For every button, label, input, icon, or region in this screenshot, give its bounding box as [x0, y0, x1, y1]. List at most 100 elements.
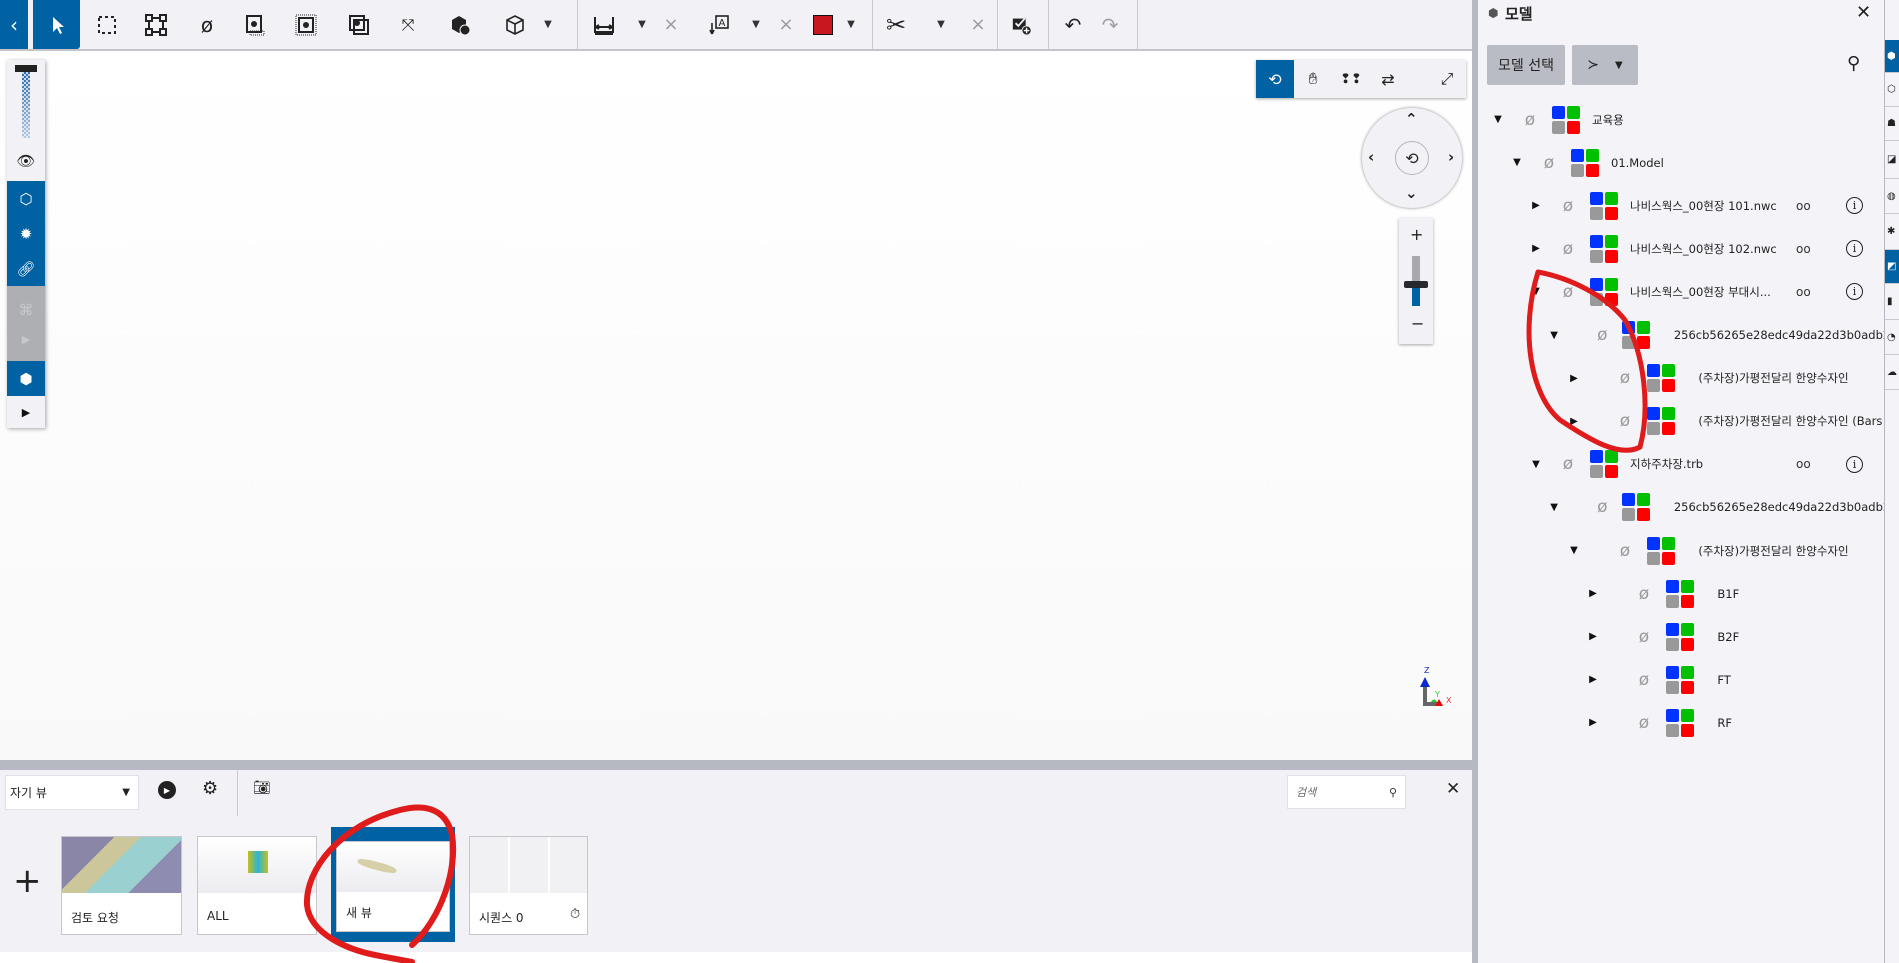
color-grid-icon[interactable] [1647, 364, 1675, 393]
color-grid-icon[interactable] [1666, 708, 1694, 737]
pan-mode-button[interactable]: ✋︎ [1294, 60, 1332, 98]
3d-viewport[interactable] [0, 52, 1472, 760]
zoom-slider[interactable]: + − [1399, 218, 1433, 344]
visibility-off-icon[interactable]: ø [1592, 325, 1612, 345]
expanded-toggle-icon[interactable]: ▼ [1492, 114, 1504, 125]
color-grid-icon[interactable] [1666, 579, 1694, 608]
select-tool-button[interactable] [33, 0, 80, 49]
visibility-off-icon[interactable]: ø [1613, 368, 1637, 388]
tree-node[interactable]: ▼ ø 나비스웍스_00현장 부대시... oo i [1478, 270, 1884, 313]
visibility-off-icon[interactable]: ø [1632, 670, 1656, 690]
tree-node[interactable]: ▶ ø 나비스웍스_00현장 102.nwc oo i [1478, 227, 1884, 270]
clear-measure-button[interactable]: × [663, 0, 678, 49]
color-grid-icon[interactable] [1666, 622, 1694, 651]
add-view-button[interactable]: + [13, 864, 42, 898]
tab-globe[interactable]: ◍ [1885, 179, 1899, 214]
tree-node[interactable]: ▶ ø B1F [1478, 572, 1884, 615]
collapsed-toggle-icon[interactable]: ▶ [1568, 416, 1580, 427]
tab-objects[interactable]: ⬡ [1885, 73, 1899, 107]
arrow-up-icon[interactable]: ⌃ [1405, 110, 1418, 128]
expanded-toggle-icon[interactable]: ▼ [1549, 330, 1559, 341]
tree-node[interactable]: ▼ ø 교육용 [1478, 98, 1884, 141]
markup-color-button[interactable] [813, 0, 833, 49]
view-type-select[interactable]: 자기 뷰 ▼ [5, 775, 139, 810]
expanded-toggle-icon[interactable]: ▼ [1530, 459, 1542, 470]
link-glasses-icon[interactable]: oo [1796, 285, 1811, 299]
cut-button[interactable]: ✂ [884, 0, 908, 49]
tab-views[interactable]: ◩ [1885, 250, 1899, 284]
tree-node[interactable]: ▶ ø RF [1478, 701, 1884, 744]
collapsed-toggle-icon[interactable]: ▶ [1587, 588, 1599, 599]
info-icon[interactable]: i [1846, 197, 1863, 215]
color-grid-icon[interactable] [1647, 536, 1675, 565]
tree-node[interactable]: ▶ ø FT [1478, 658, 1884, 701]
visibility-off-icon[interactable]: ø [1556, 196, 1580, 216]
color-grid-icon[interactable] [1647, 407, 1675, 436]
tree-node[interactable]: ▶ ø B2F [1478, 615, 1884, 658]
view-card[interactable]: 시퀀스 0 ⏱︎ [469, 836, 588, 935]
layers-button[interactable]: ⬢ [7, 361, 45, 396]
tab-history[interactable]: ◔ [1885, 320, 1899, 355]
link-button[interactable]: 🔗︎ [7, 251, 45, 286]
play-button[interactable]: ▶ [158, 781, 176, 799]
markup-text-dropdown[interactable]: ▼ [751, 0, 761, 49]
view-cube-dropdown[interactable]: ▼ [543, 0, 553, 49]
color-grid-icon[interactable] [1590, 277, 1618, 306]
filter-dropdown-button[interactable]: ≻ ▼ [1572, 45, 1638, 85]
color-dropdown[interactable]: ▼ [846, 0, 856, 49]
visibility-off-icon[interactable]: ø [1537, 153, 1561, 173]
arrow-left-icon[interactable]: ‹ [1368, 148, 1374, 166]
fit-view-button[interactable]: ⤧ [396, 0, 420, 49]
tree-node[interactable]: ▶ ø (주차장)가평전달리 한양수자인 (Bars [1478, 400, 1884, 443]
visibility-button[interactable]: 👁 [7, 140, 45, 181]
expanded-toggle-icon[interactable]: ▼ [1530, 286, 1542, 297]
visibility-off-icon[interactable]: ø [1632, 584, 1656, 604]
zoom-handle[interactable] [1404, 280, 1428, 288]
collapsed-toggle-icon[interactable]: ▶ [1530, 243, 1542, 254]
orbit-center-button[interactable]: ⟲ [1395, 141, 1429, 175]
view-search-input[interactable]: 검색 ⚲ [1287, 775, 1406, 809]
box-select-button[interactable] [95, 0, 119, 49]
view-cube-button[interactable] [503, 0, 527, 49]
section-box-button[interactable] [448, 0, 472, 49]
navigation-wheel[interactable]: ⌃ ⌄ ‹ › ⟲ [1362, 108, 1462, 208]
info-icon[interactable]: i [1846, 240, 1863, 258]
arrow-right-icon[interactable]: › [1448, 148, 1454, 166]
zoom-out-button[interactable]: − [1411, 314, 1424, 333]
swap-button[interactable]: ⇄ [1369, 60, 1407, 98]
isolate-button[interactable] [243, 0, 267, 49]
view-card[interactable]: ALL [197, 836, 317, 935]
tab-info[interactable]: ▮ [1885, 284, 1899, 320]
tab-properties[interactable]: ☗ [1885, 107, 1899, 141]
model-select-button[interactable]: 모델 선택 [1487, 45, 1565, 85]
tree-node[interactable]: ▶ ø (주차장)가평전달리 한양수자인 [1478, 357, 1884, 400]
settings-gear-button[interactable]: ⚙ [202, 778, 218, 799]
add-issue-button[interactable] [1011, 0, 1033, 49]
collapsed-toggle-icon[interactable]: ▶ [1568, 373, 1580, 384]
link-glasses-icon[interactable]: oo [1796, 242, 1811, 256]
search-icon[interactable]: ⚲ [1847, 53, 1860, 74]
color-grid-icon[interactable] [1622, 321, 1651, 349]
color-grid-icon[interactable] [1590, 191, 1618, 220]
tab-model[interactable]: ⬢ [1885, 40, 1899, 73]
isolate-selected-button[interactable] [294, 0, 318, 49]
tree-node[interactable]: ▼ ø 256cb56265e28edc49da22d3b0adb203.nv [1478, 314, 1884, 357]
clear-cut-button[interactable]: × [970, 0, 985, 49]
camera-button[interactable]: 📷︎ [253, 780, 271, 796]
visibility-off-icon[interactable]: ø [1613, 411, 1637, 431]
expanded-toggle-icon[interactable]: ▼ [1568, 545, 1580, 556]
walk-mode-button[interactable]: ❢❢ [1332, 60, 1370, 98]
info-icon[interactable]: i [1846, 455, 1863, 473]
info-icon[interactable]: i [1846, 283, 1863, 301]
arrow-down-icon[interactable]: ⌄ [1405, 184, 1418, 202]
measure-dropdown[interactable]: ▼ [637, 0, 647, 49]
expand-toolbar-button[interactable]: ▶ [7, 396, 45, 428]
view-card-selected[interactable]: 새 뷰 [336, 841, 450, 932]
visibility-off-icon[interactable]: ø [1518, 110, 1542, 130]
transparency-slider[interactable] [7, 60, 45, 140]
tab-settings[interactable]: ✱ [1885, 214, 1899, 250]
visibility-off-icon[interactable]: ø [1556, 454, 1580, 474]
color-grid-icon[interactable] [1590, 450, 1618, 479]
fullscreen-button[interactable]: ⤢ [1428, 60, 1466, 98]
undo-button[interactable]: ↶ [1063, 0, 1083, 49]
